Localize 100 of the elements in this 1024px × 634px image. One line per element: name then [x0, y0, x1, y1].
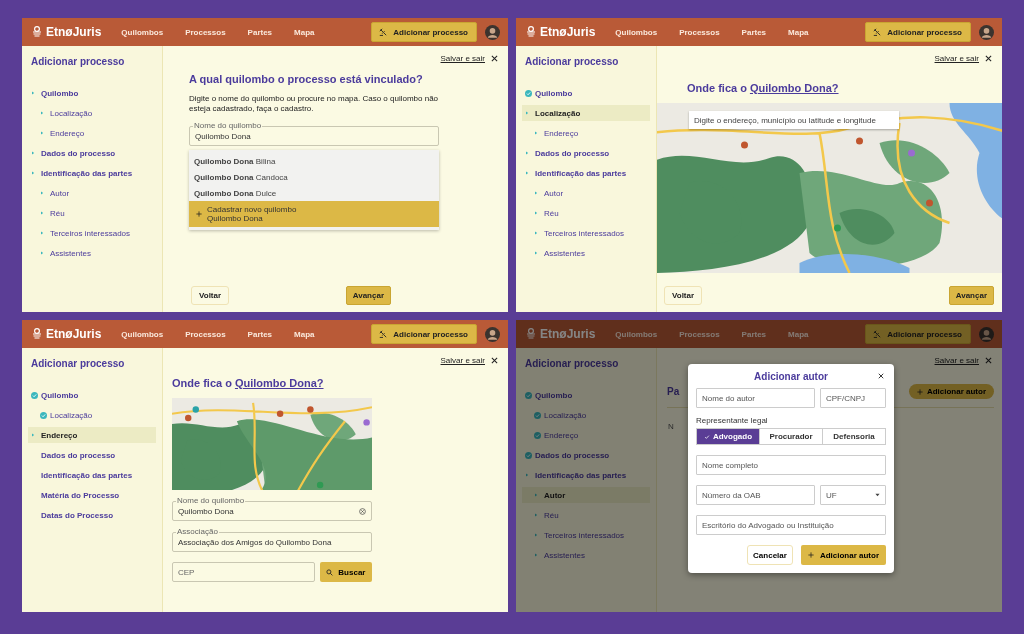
- close-icon[interactable]: [985, 54, 992, 62]
- step-item[interactable]: Autor: [522, 185, 650, 201]
- close-icon[interactable]: [491, 54, 498, 62]
- quilombo-link[interactable]: Quilombo Dona?: [234, 377, 324, 389]
- step-item[interactable]: Autor: [522, 487, 650, 503]
- nav-link[interactable]: Processos: [679, 27, 720, 37]
- create-value: Quilombo Dona: [207, 214, 264, 223]
- logo-text: EtnøJuris: [540, 327, 596, 341]
- save-and-exit-link[interactable]: Salvar e sair: [440, 53, 485, 63]
- step-item[interactable]: Identificação das partes: [522, 165, 650, 181]
- address-search-field[interactable]: Digite o endereço, município ou latitude e longitude: [689, 111, 899, 129]
- office-field[interactable]: Escritório do Advogado ou Instituição: [696, 515, 886, 535]
- step-label: Localização: [535, 108, 581, 118]
- step-item[interactable]: Quilombo: [522, 85, 650, 101]
- step-item[interactable]: Endereço: [28, 427, 156, 443]
- suggestion-item[interactable]: Quilombo Dona Dulce: [189, 185, 439, 201]
- step-item[interactable]: Dados do processo: [522, 447, 650, 463]
- nav-link[interactable]: Quilombos: [121, 27, 164, 37]
- check-icon: [703, 433, 710, 440]
- representative-option[interactable]: Advogado: [697, 429, 759, 444]
- bullet-icon: [534, 131, 538, 135]
- create-quilombo-option[interactable]: Cadastrar novo quilombo Quilombo Dona: [189, 201, 439, 227]
- save-and-exit-link[interactable]: Salvar e sair: [934, 355, 979, 365]
- suggestion-item[interactable]: Quilombo Dona Bilina: [189, 153, 439, 169]
- back-button[interactable]: Voltar: [664, 286, 703, 305]
- add-process-button[interactable]: Adicionar processo: [371, 22, 477, 42]
- step-item[interactable]: Localização: [28, 105, 156, 121]
- step-label: Assistentes: [50, 248, 91, 258]
- step-item[interactable]: Localização: [522, 105, 650, 121]
- step-item[interactable]: Assistentes: [28, 245, 156, 261]
- step-item[interactable]: Endereço: [522, 427, 650, 443]
- step-item[interactable]: Quilombo: [28, 85, 156, 101]
- document-field[interactable]: CPF/CNPJ: [820, 388, 886, 408]
- step-item[interactable]: Identificação das partes: [522, 467, 650, 483]
- step-item[interactable]: Matéria do Processo: [28, 487, 156, 503]
- state-select[interactable]: UF: [820, 485, 886, 505]
- nav-link[interactable]: Partes: [741, 27, 767, 37]
- step-item[interactable]: Identificação das partes: [28, 467, 156, 483]
- nav-link[interactable]: Processos: [185, 27, 226, 37]
- step-item[interactable]: Identificação das partes: [28, 165, 156, 181]
- step-item[interactable]: Endereço: [522, 125, 650, 141]
- avatar-icon[interactable]: [979, 326, 994, 342]
- step-item[interactable]: Terceiros interessados: [522, 225, 650, 241]
- save-and-exit-link[interactable]: Salvar e sair: [440, 355, 485, 365]
- back-button[interactable]: Voltar: [191, 286, 230, 305]
- nav-link[interactable]: Quilombos: [615, 27, 658, 37]
- quilombo-link[interactable]: Quilombo Dona?: [749, 82, 839, 94]
- nav-link[interactable]: Mapa: [294, 27, 315, 37]
- avatar-icon[interactable]: [485, 24, 500, 40]
- step-item[interactable]: Terceiros interessados: [522, 527, 650, 543]
- step-item[interactable]: Réu: [522, 205, 650, 221]
- bullet-icon: [31, 91, 35, 95]
- step-item[interactable]: Datas do Processo: [28, 507, 156, 523]
- check-icon: [534, 411, 541, 419]
- nav-link[interactable]: Mapa: [788, 27, 809, 37]
- cancel-button[interactable]: Cancelar: [747, 545, 793, 565]
- step-item[interactable]: Autor: [28, 185, 156, 201]
- step-item[interactable]: Quilombo: [28, 387, 156, 403]
- step-label: Identificação das partes: [535, 470, 627, 480]
- search-icon: [326, 568, 334, 576]
- suggestion-item[interactable]: Quilombo Dona Candoca: [189, 169, 439, 185]
- add-process-button[interactable]: Adicionar processo: [865, 22, 971, 42]
- cep-field[interactable]: CEP: [172, 562, 316, 582]
- step-item[interactable]: Localização: [522, 407, 650, 423]
- step-item[interactable]: Dados do processo: [28, 447, 156, 463]
- step-item[interactable]: Dados do processo: [522, 145, 650, 161]
- close-icon[interactable]: [491, 356, 498, 364]
- step-item[interactable]: Quilombo: [522, 387, 650, 403]
- bullet-icon: [534, 553, 538, 557]
- step-label: Terceiros interessados: [50, 228, 131, 238]
- avatar-icon[interactable]: [979, 24, 994, 40]
- nav-link[interactable]: Processos: [185, 329, 226, 339]
- nav-link[interactable]: Quilombos: [121, 329, 164, 339]
- nav-link[interactable]: Partes: [247, 329, 273, 339]
- step-item[interactable]: Dados do processo: [28, 145, 156, 161]
- clear-icon[interactable]: [359, 507, 366, 515]
- next-button[interactable]: Avançar: [345, 286, 391, 305]
- add-process-button[interactable]: Adicionar processo: [371, 324, 477, 344]
- step-item[interactable]: Endereço: [28, 125, 156, 141]
- oab-number-field[interactable]: Número da OAB: [696, 485, 815, 505]
- nav-link[interactable]: Partes: [247, 27, 273, 37]
- step-item[interactable]: Réu: [522, 507, 650, 523]
- full-name-field[interactable]: Nome completo: [696, 455, 886, 475]
- step-item[interactable]: Réu: [28, 205, 156, 221]
- search-button[interactable]: Buscar: [320, 562, 372, 582]
- save-and-exit-link[interactable]: Salvar e sair: [934, 53, 979, 63]
- step-item[interactable]: Assistentes: [522, 547, 650, 563]
- add-author-confirm-button[interactable]: Adicionar autor: [800, 545, 886, 565]
- step-label: Autor: [544, 490, 566, 500]
- bullet-icon: [31, 151, 35, 155]
- logo-icon: [526, 328, 536, 340]
- step-item[interactable]: Assistentes: [522, 245, 650, 261]
- step-item[interactable]: Terceiros interessados: [28, 225, 156, 241]
- next-button[interactable]: Avançar: [948, 286, 994, 305]
- avatar-icon[interactable]: [485, 326, 500, 342]
- author-name-field[interactable]: Nome do autor: [696, 388, 815, 408]
- close-icon[interactable]: [878, 373, 884, 379]
- nav-link[interactable]: Mapa: [294, 329, 315, 339]
- step-item[interactable]: Localização: [28, 407, 156, 423]
- step-label: Dados do processo: [41, 148, 116, 158]
